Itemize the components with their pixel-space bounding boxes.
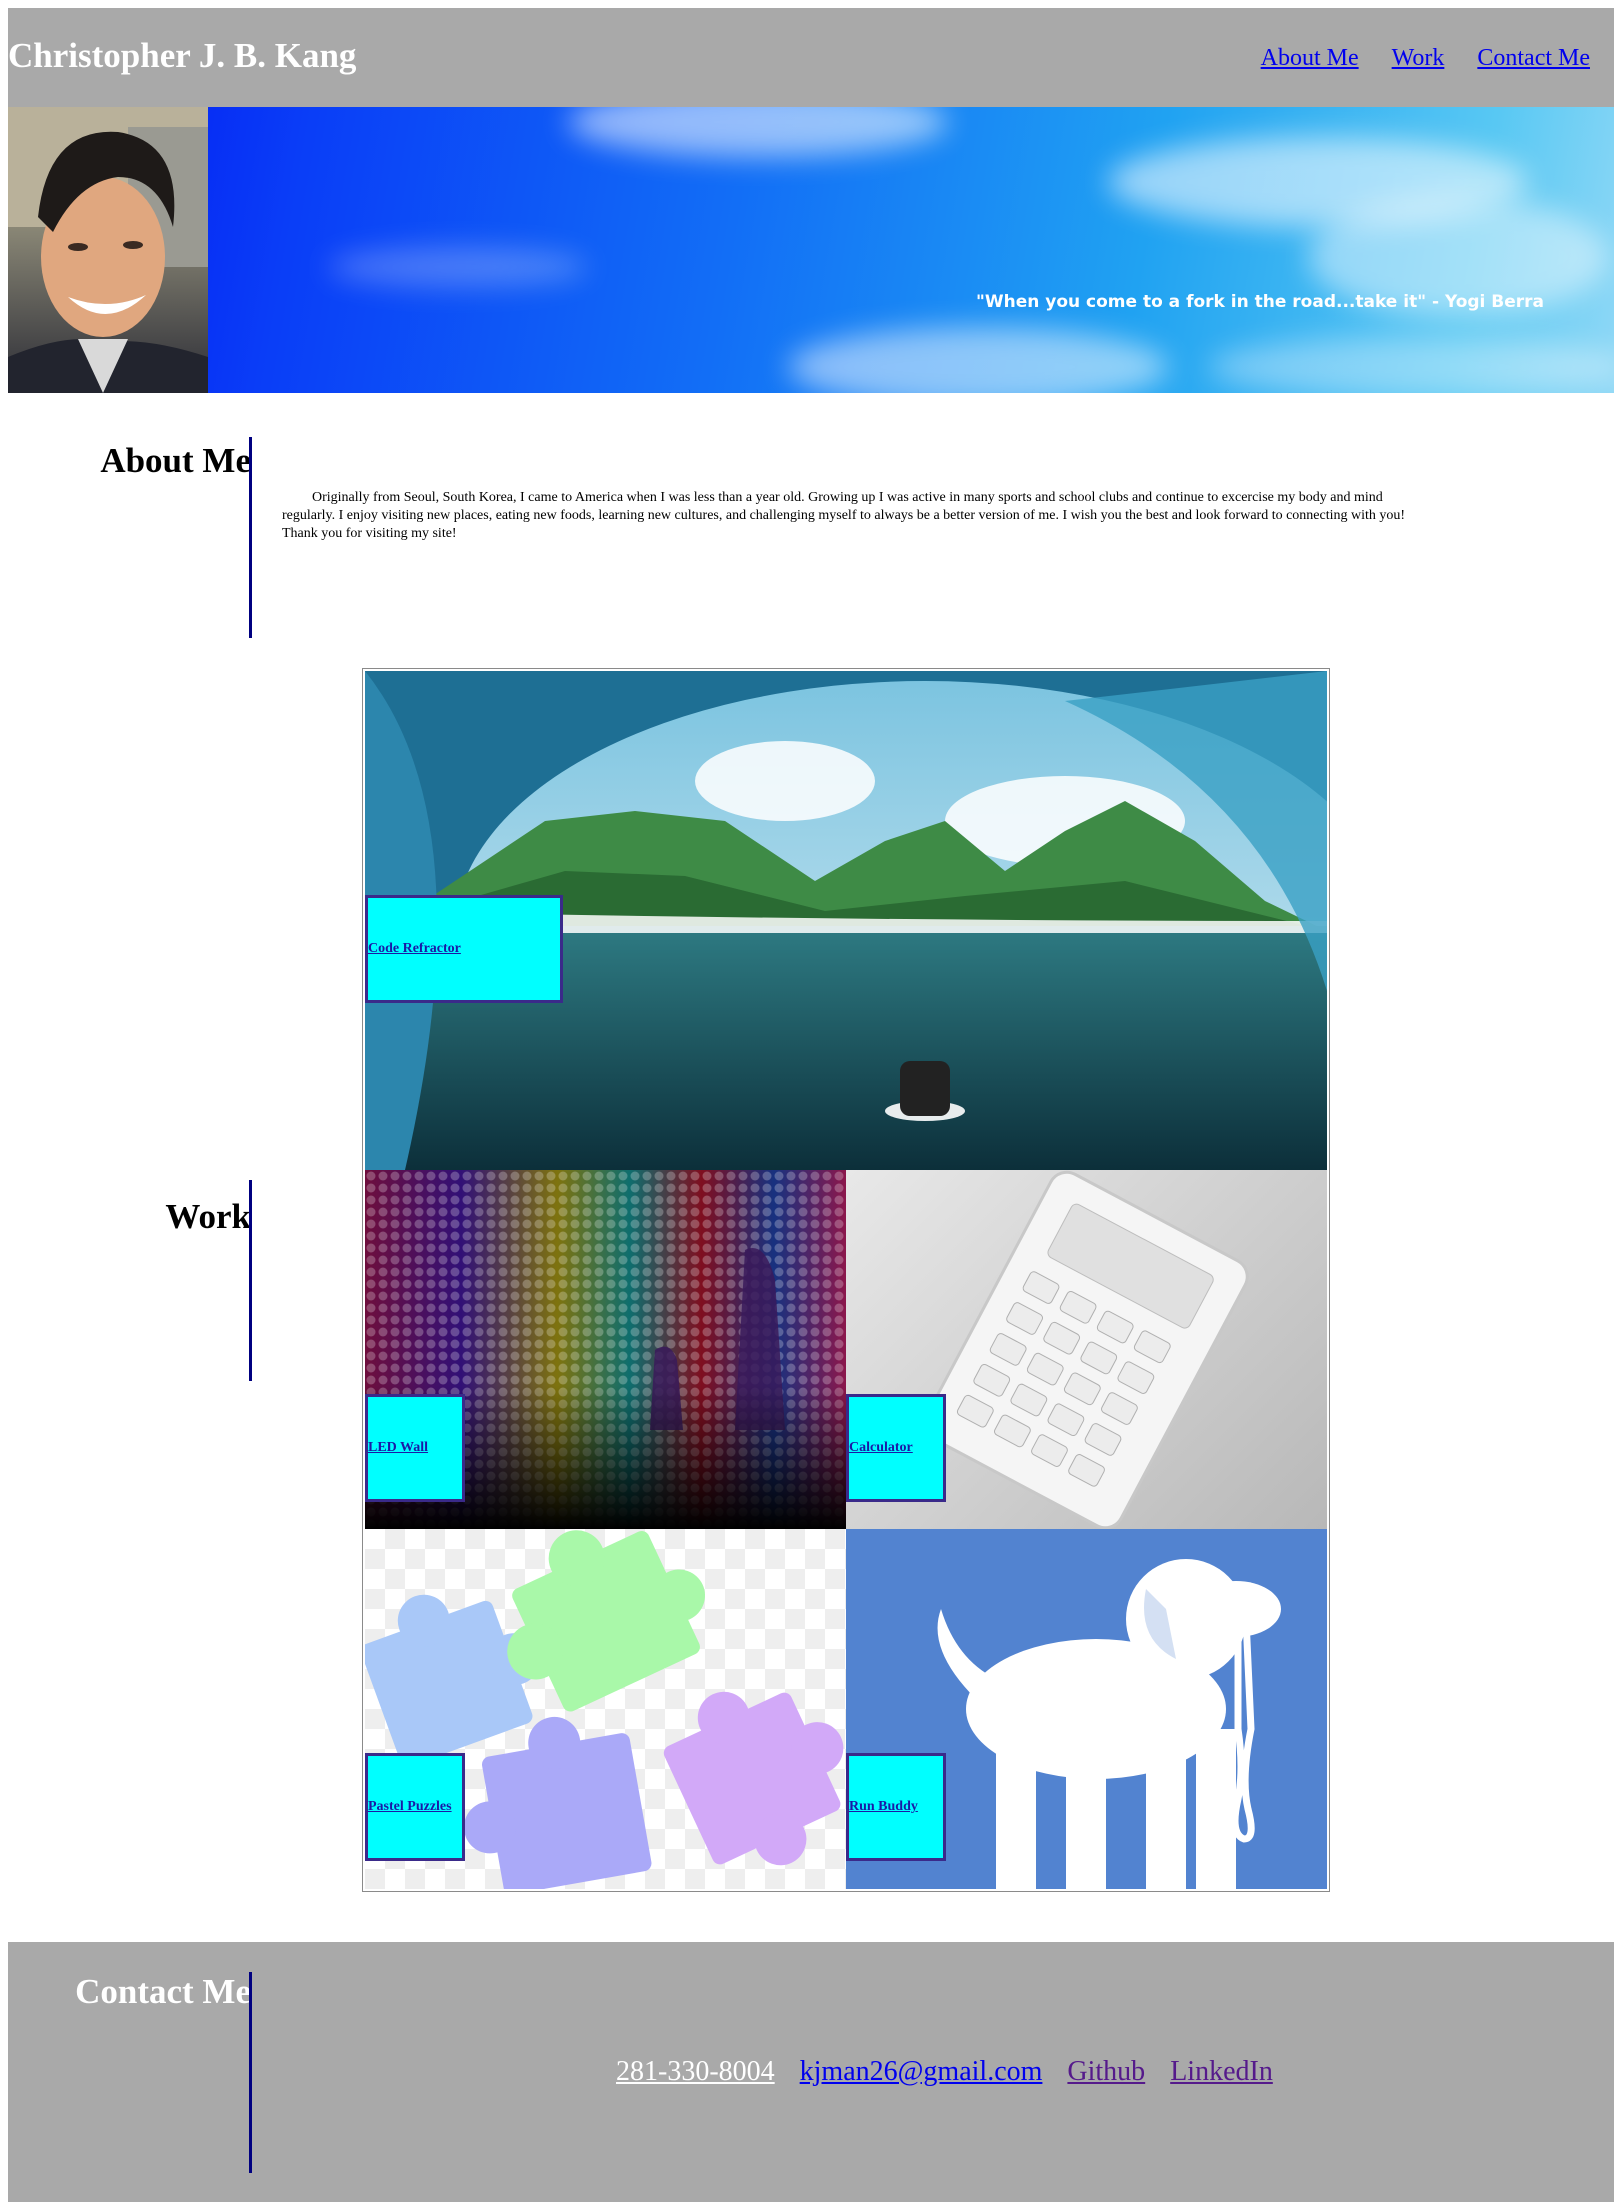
github-link[interactable]: Github <box>1067 2056 1145 2087</box>
project-tile-pastel-puzzles[interactable]: Pastel Puzzles <box>365 1529 846 1889</box>
contact-title: Contact Me <box>75 1972 251 2011</box>
work-divider <box>249 1180 252 1381</box>
nav-work[interactable]: Work <box>1392 45 1445 71</box>
project-link-pastel-puzzles[interactable]: Pastel Puzzles <box>368 1799 452 1815</box>
project-label-run-buddy: Run Buddy <box>846 1753 946 1861</box>
contact-links: 281-330-8004 kjman26@gmail.com Github Li… <box>616 2056 1291 2088</box>
nav-contact-me[interactable]: Contact Me <box>1477 45 1590 71</box>
project-link-calculator[interactable]: Calculator <box>849 1440 913 1456</box>
site-title: Christopher J. B. Kang <box>8 36 357 75</box>
hero-banner: "When you come to a fork in the road...t… <box>8 107 1614 393</box>
about-divider <box>249 437 252 638</box>
work-title: Work <box>165 1197 251 1236</box>
project-link-run-buddy[interactable]: Run Buddy <box>849 1799 918 1815</box>
project-link-led-wall[interactable]: LED Wall <box>368 1440 428 1456</box>
project-tile-run-buddy[interactable]: Run Buddy <box>846 1529 1327 1889</box>
profile-photo <box>8 107 208 393</box>
site-header: Christopher J. B. Kang About Me Work Con… <box>8 8 1614 107</box>
hero-quote: "When you come to a fork in the road...t… <box>976 292 1545 312</box>
work-grid: Code Refractor LED Wall Calculator Paste… <box>362 668 1330 1892</box>
contact-section: Contact Me 281-330-8004 kjman26@gmail.co… <box>8 1942 1614 2202</box>
project-tile-code-refractor[interactable]: Code Refractor <box>365 671 1327 1170</box>
about-text: Originally from Seoul, South Korea, I ca… <box>282 490 1406 541</box>
linkedin-link[interactable]: LinkedIn <box>1170 2056 1273 2087</box>
project-label-led-wall: LED Wall <box>365 1394 465 1502</box>
contact-divider <box>249 1972 252 2173</box>
project-tile-led-wall[interactable]: LED Wall <box>365 1170 846 1529</box>
nav-about-me[interactable]: About Me <box>1261 45 1359 71</box>
project-label-calculator: Calculator <box>846 1394 946 1502</box>
project-tile-calculator[interactable]: Calculator <box>846 1170 1327 1529</box>
project-label-code-refractor: Code Refractor <box>365 895 563 1003</box>
project-link-code-refractor[interactable]: Code Refractor <box>368 941 461 957</box>
email-link[interactable]: kjman26@gmail.com <box>800 2056 1043 2087</box>
project-label-pastel-puzzles: Pastel Puzzles <box>365 1753 465 1861</box>
main-nav: About Me Work Contact Me <box>1234 45 1590 72</box>
about-title: About Me <box>100 441 251 480</box>
phone-link[interactable]: 281-330-8004 <box>616 2056 775 2087</box>
